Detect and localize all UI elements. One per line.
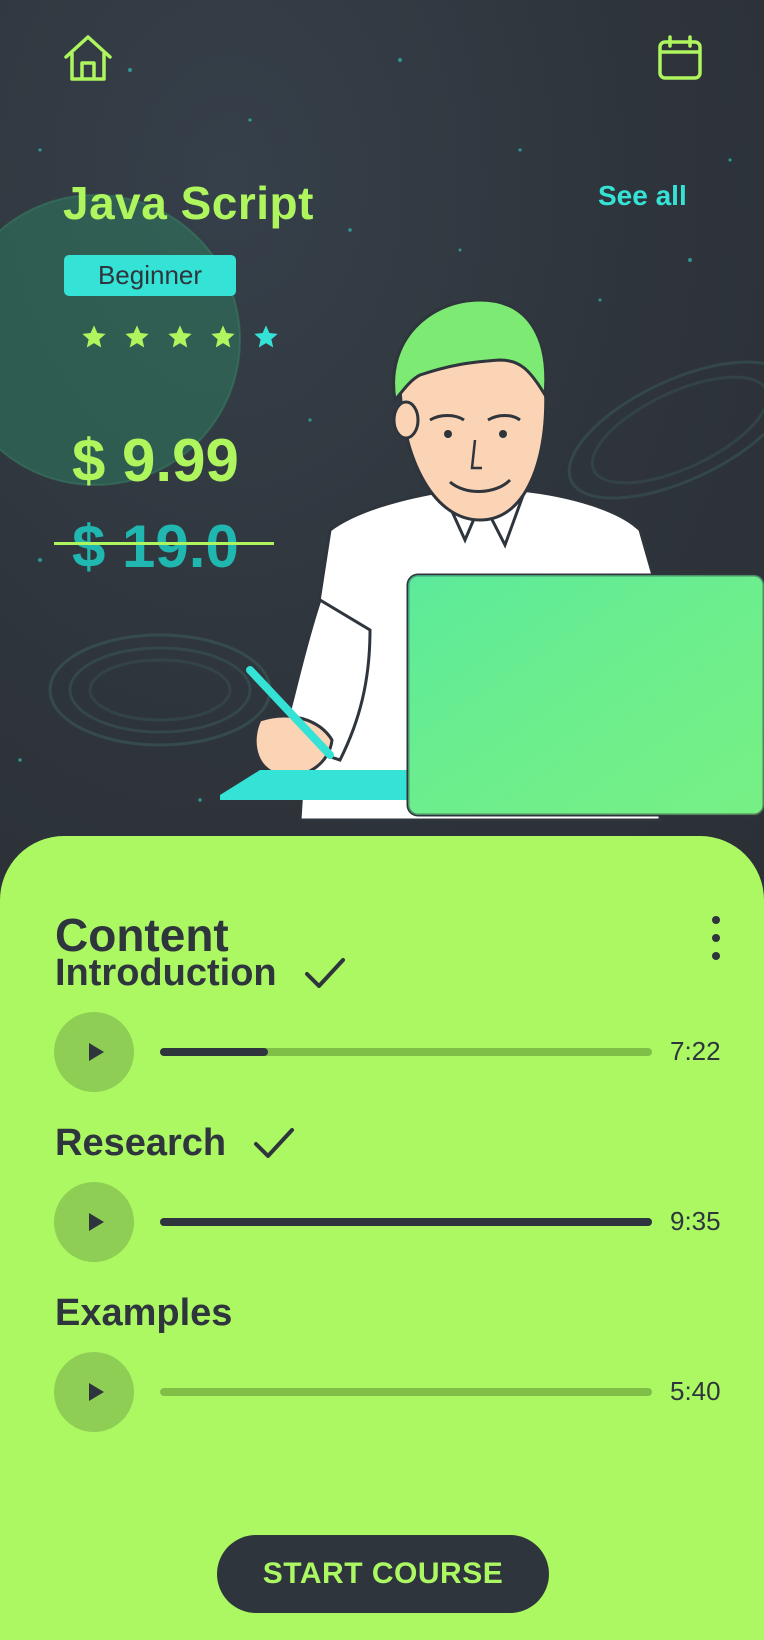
star-icon	[125, 325, 149, 348]
lesson-title-row: Examples	[55, 1292, 232, 1335]
lesson-title: Research	[55, 1122, 227, 1164]
calendar-icon[interactable]	[652, 30, 708, 86]
current-price: $ 9.99	[72, 427, 239, 494]
star-icon	[168, 325, 192, 348]
play-button[interactable]	[54, 1012, 134, 1092]
lesson-title: Examples	[55, 1292, 233, 1334]
progress-track[interactable]	[160, 1218, 652, 1226]
content-panel: Content Introduction 7:22 Research 9:35 …	[0, 836, 764, 1640]
more-options-icon[interactable]	[700, 916, 732, 960]
check-icon	[254, 1127, 295, 1158]
lesson-title-row: Research	[55, 1122, 296, 1165]
play-icon	[88, 1043, 104, 1061]
lesson-title: Introduction	[55, 952, 277, 994]
start-course-button[interactable]: START COURSE	[217, 1535, 549, 1613]
instructor-illustration	[220, 300, 764, 822]
star-icon	[82, 325, 106, 348]
see-all-link[interactable]: See all	[598, 180, 687, 212]
level-badge: Beginner	[64, 255, 236, 296]
course-hero: Java Script See all Beginner $ 9.99 $ 19…	[0, 0, 764, 900]
play-button[interactable]	[54, 1182, 134, 1262]
home-icon[interactable]	[60, 30, 116, 86]
lesson-title-row: Introduction	[55, 952, 347, 995]
progress-track[interactable]	[160, 1048, 652, 1056]
progress-fill	[160, 1048, 269, 1056]
old-price: $ 19.0	[72, 513, 239, 580]
lesson-duration: 5:40	[670, 1376, 721, 1406]
progress-fill	[160, 1218, 652, 1226]
play-button[interactable]	[54, 1352, 134, 1432]
progress-track[interactable]	[160, 1388, 652, 1396]
course-title: Java Script	[63, 177, 314, 229]
lesson-duration: 7:22	[670, 1036, 721, 1066]
lesson-duration: 9:35	[670, 1206, 721, 1236]
course-detail-screen: Java Script See all Beginner $ 9.99 $ 19…	[0, 0, 764, 1640]
play-icon	[88, 1213, 104, 1231]
play-icon	[88, 1383, 104, 1401]
check-icon	[304, 957, 345, 988]
